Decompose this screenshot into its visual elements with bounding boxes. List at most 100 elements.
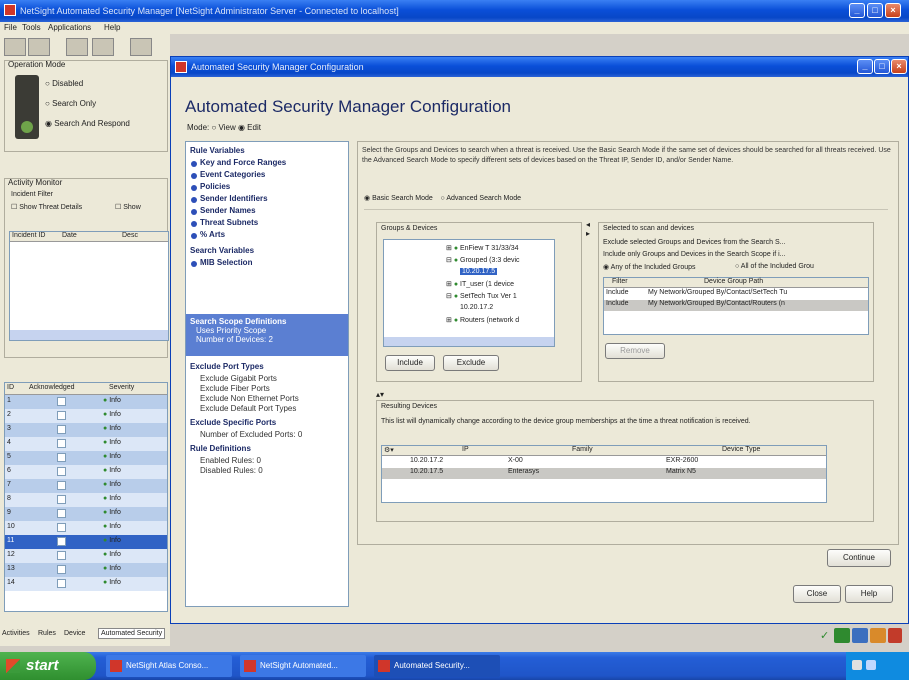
- table-row[interactable]: 11 ● Info: [5, 535, 167, 549]
- dialog-minimize-button[interactable]: _: [857, 59, 873, 74]
- status-green-icon[interactable]: [834, 628, 850, 643]
- activity-table[interactable]: ID Acknowledged Severity 1 ● Info 2 ● Info 3…: [4, 382, 168, 612]
- ip-header[interactable]: IP: [462, 446, 469, 453]
- acknowledged-checkbox[interactable]: [57, 481, 66, 490]
- id-header[interactable]: ID: [7, 384, 14, 391]
- taskbar-item-2[interactable]: NetSight Automated...: [240, 655, 366, 677]
- splitter-arrows[interactable]: ◂ ▸: [586, 220, 594, 240]
- nav-rule-definitions[interactable]: Rule Definitions: [190, 444, 348, 456]
- menu-file[interactable]: File: [4, 23, 17, 32]
- acknowledged-checkbox[interactable]: [57, 467, 66, 476]
- menu-tools[interactable]: Tools: [22, 23, 41, 32]
- exclude-button[interactable]: Exclude: [443, 355, 499, 371]
- status-red-icon[interactable]: [888, 628, 902, 643]
- nav-rule-variables[interactable]: Rule Variables: [190, 146, 348, 158]
- nav-key-force-ranges[interactable]: Key and Force Ranges: [190, 158, 348, 170]
- tab-activities[interactable]: Activities: [2, 630, 30, 637]
- selected-row[interactable]: Include My Network/Grouped By/Contact/Ro…: [604, 300, 868, 311]
- nav-search-variables[interactable]: Search Variables: [190, 246, 348, 258]
- dialog-close-icon[interactable]: ×: [891, 59, 907, 74]
- mode-edit-radio[interactable]: ◉ Edit: [238, 123, 261, 132]
- tree-node-4[interactable]: ⊞ ● IT_user (1 device: [446, 280, 514, 288]
- acknowledged-checkbox[interactable]: [57, 495, 66, 504]
- start-button[interactable]: start: [0, 652, 96, 680]
- device-group-path-header[interactable]: Device Group Path: [704, 278, 763, 285]
- groups-tree[interactable]: ⊞ ● EnFiew T 31/33/34 ⊟ ● Grouped (3:3 d…: [383, 239, 555, 347]
- mode-disabled-radio[interactable]: ○ Disabled: [45, 79, 83, 88]
- include-button[interactable]: Include: [385, 355, 435, 371]
- table-row[interactable]: 7 ● Info: [5, 479, 167, 493]
- any-included-radio[interactable]: ◉ Any of the Included Groups: [603, 263, 696, 271]
- minimize-button[interactable]: _: [849, 3, 865, 18]
- table-row[interactable]: 9 ● Info: [5, 507, 167, 521]
- nav-threat-subnets[interactable]: Threat Subnets: [190, 218, 348, 230]
- table-row[interactable]: 5 ● Info: [5, 451, 167, 465]
- help-button[interactable]: Help: [845, 585, 893, 603]
- incident-id-header[interactable]: Incident ID: [12, 232, 45, 239]
- toolbar-icon-5[interactable]: [130, 38, 152, 56]
- nav-sender-names[interactable]: Sender Names: [190, 206, 348, 218]
- tree-node-1[interactable]: ⊞ ● EnFiew T 31/33/34: [446, 244, 519, 252]
- incident-desc-header[interactable]: Desc: [122, 232, 138, 239]
- status-blue-icon[interactable]: [852, 628, 868, 643]
- tray-icon-2[interactable]: [866, 660, 876, 670]
- table-row[interactable]: 10.20.17.2 X-00 EXR-2600: [382, 457, 826, 468]
- show-checkbox[interactable]: ☐ Show: [115, 203, 141, 211]
- nav-mib-selection[interactable]: MIB Selection: [190, 258, 348, 270]
- table-row[interactable]: 2 ● Info: [5, 409, 167, 423]
- incident-date-header[interactable]: Date: [62, 232, 77, 239]
- table-row[interactable]: 12 ● Info: [5, 549, 167, 563]
- nav-exclude-port-types[interactable]: Exclude Port Types: [190, 362, 348, 374]
- taskbar-item-1[interactable]: NetSight Atlas Conso...: [106, 655, 232, 677]
- table-row[interactable]: 10.20.17.5 Enterasys Matrix N5: [382, 468, 826, 479]
- table-row[interactable]: 3 ● Info: [5, 423, 167, 437]
- toolbar-icon-2[interactable]: [28, 38, 50, 56]
- acknowledged-checkbox[interactable]: [57, 411, 66, 420]
- tab-automated-security[interactable]: Automated Security: [98, 628, 166, 639]
- acknowledged-checkbox[interactable]: [57, 523, 66, 532]
- nav-exclude-specific-ports[interactable]: Exclude Specific Ports: [190, 418, 348, 430]
- severity-header[interactable]: Severity: [109, 384, 134, 391]
- acknowledged-checkbox[interactable]: [57, 537, 66, 546]
- resulting-table[interactable]: ⚙▾ IP Family Device Type 10.20.17.2 X-00…: [381, 445, 827, 503]
- selected-table[interactable]: Filter Device Group Path Include My Netw…: [603, 277, 869, 335]
- acknowledged-header[interactable]: Acknowledged: [29, 384, 75, 391]
- table-row[interactable]: 10 ● Info: [5, 521, 167, 535]
- acknowledged-checkbox[interactable]: [57, 453, 66, 462]
- collapse-arrows[interactable]: ▴▾: [376, 390, 390, 399]
- table-row[interactable]: 14 ● Info: [5, 577, 167, 591]
- toolbar-icon-3[interactable]: [66, 38, 88, 56]
- table-options-icon[interactable]: ⚙▾: [384, 446, 394, 454]
- nav-arts[interactable]: % Arts: [190, 230, 348, 242]
- tree-hscrollbar[interactable]: [384, 337, 554, 346]
- horizontal-scrollbar[interactable]: [10, 330, 168, 340]
- mode-search-respond-radio[interactable]: ◉ Search And Respond: [45, 119, 130, 128]
- nav-policies[interactable]: Policies: [190, 182, 348, 194]
- tab-device[interactable]: Device: [64, 630, 85, 637]
- basic-search-radio[interactable]: ◉ Basic Search Mode: [364, 195, 433, 202]
- family-header[interactable]: Family: [572, 446, 593, 453]
- selected-row[interactable]: Include My Network/Grouped By/Contact/Se…: [604, 289, 868, 300]
- table-row[interactable]: 4 ● Info: [5, 437, 167, 451]
- toolbar-icon-1[interactable]: [4, 38, 26, 56]
- close-dialog-button[interactable]: Close: [793, 585, 841, 603]
- maximize-button[interactable]: □: [867, 3, 883, 18]
- nav-sender-identifiers[interactable]: Sender Identifiers: [190, 194, 348, 206]
- acknowledged-checkbox[interactable]: [57, 425, 66, 434]
- all-included-radio[interactable]: ○ All of the Included Grou: [735, 263, 814, 270]
- advanced-search-radio[interactable]: ○ Advanced Search Mode: [441, 195, 522, 202]
- show-threat-details-checkbox[interactable]: ☐ Show Threat Details: [11, 203, 82, 211]
- table-row[interactable]: 8 ● Info: [5, 493, 167, 507]
- dialog-maximize-button[interactable]: □: [874, 59, 890, 74]
- menu-help[interactable]: Help: [104, 23, 120, 32]
- table-row[interactable]: 1 ● Info: [5, 395, 167, 409]
- status-orange-icon[interactable]: [870, 628, 886, 643]
- tray-icon-1[interactable]: [852, 660, 862, 670]
- close-button[interactable]: ×: [885, 3, 901, 18]
- tree-node-5[interactable]: ⊟ ● SetTech Tux Ver 1: [446, 292, 517, 300]
- taskbar-item-3[interactable]: Automated Security...: [374, 655, 500, 677]
- tab-rules[interactable]: Rules: [38, 630, 56, 637]
- acknowledged-checkbox[interactable]: [57, 439, 66, 448]
- table-row[interactable]: 13 ● Info: [5, 563, 167, 577]
- filter-header[interactable]: Filter: [612, 278, 628, 285]
